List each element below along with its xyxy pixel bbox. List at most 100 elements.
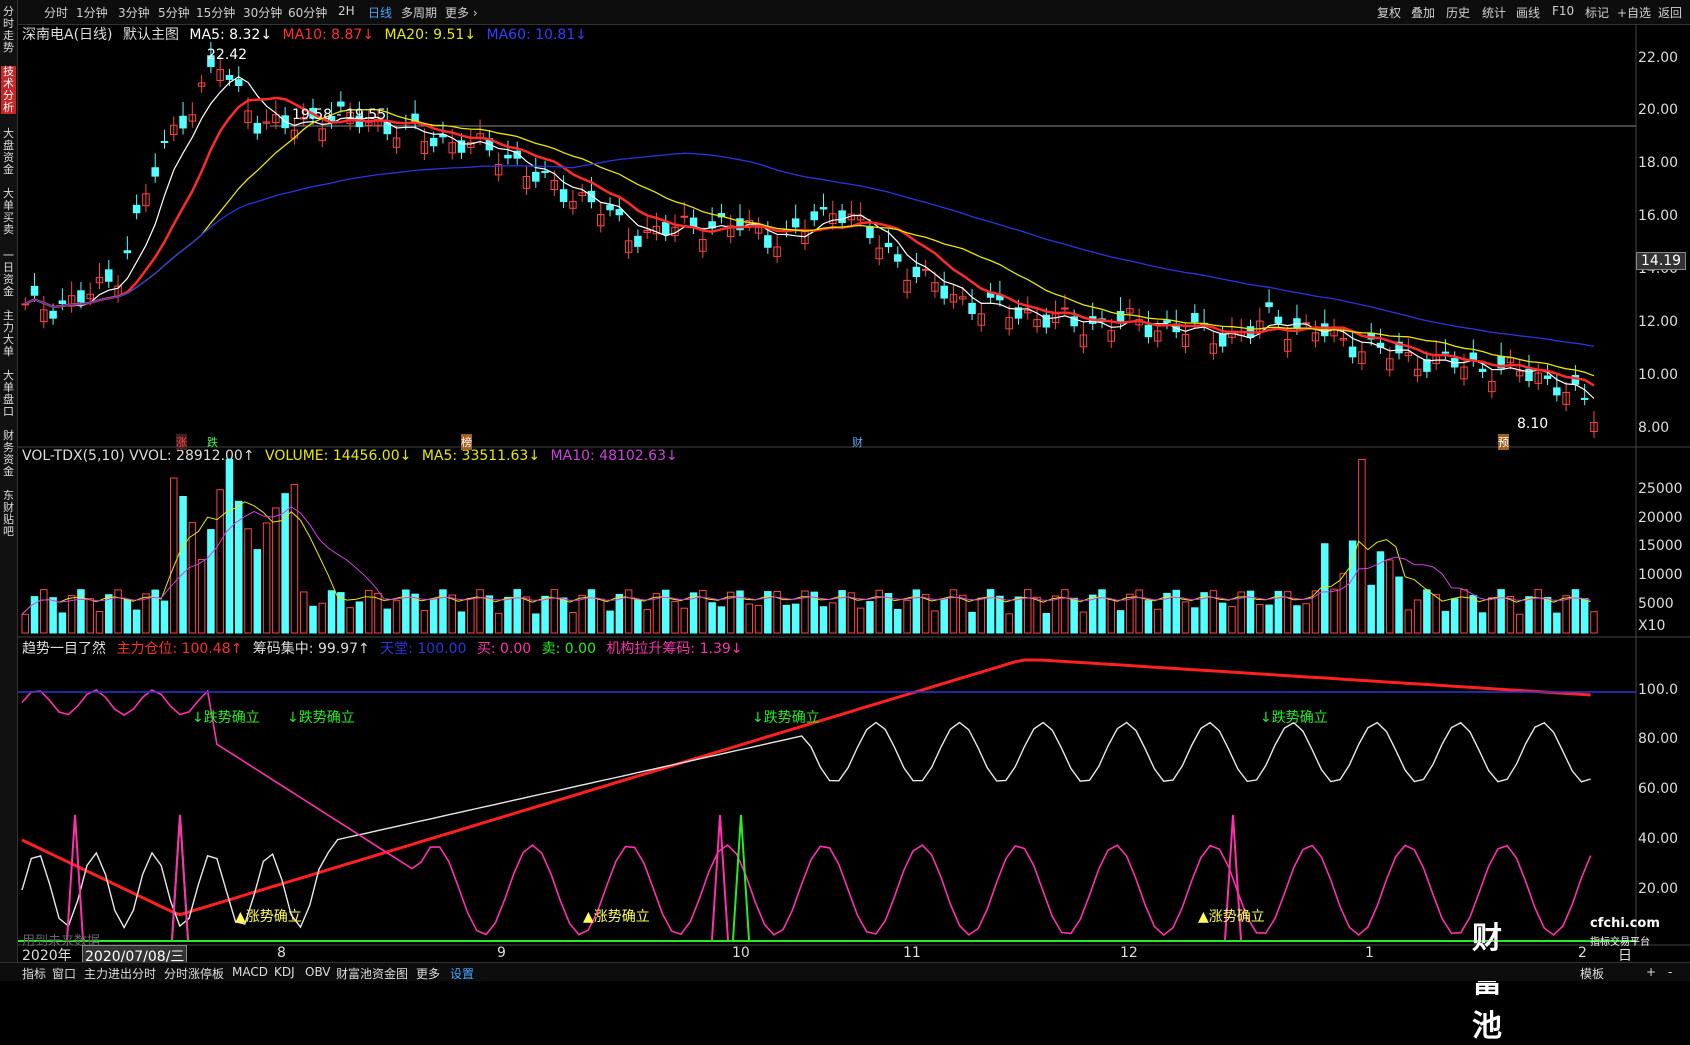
zoom-out-button[interactable]: - bbox=[1668, 965, 1672, 979]
tab-5min[interactable]: 5分钟 bbox=[158, 4, 190, 21]
sidebar-item-daily-fund[interactable]: 一日资金 bbox=[1, 250, 16, 298]
volume-bar bbox=[1423, 589, 1431, 634]
draw-button[interactable]: 画线 bbox=[1516, 4, 1540, 21]
volume-bar bbox=[1590, 611, 1598, 634]
volume-bar bbox=[550, 589, 559, 634]
sidebar-item-dadan-pankou[interactable]: 大单盘口 bbox=[1, 370, 16, 418]
bottom-fund-chart[interactable]: 财富池资金图 bbox=[336, 965, 408, 982]
bottom-template[interactable]: 模板 bbox=[1580, 965, 1604, 982]
price-tick: 18.00 bbox=[1638, 155, 1679, 171]
tab-15min[interactable]: 15分钟 bbox=[196, 4, 235, 21]
tab-30min[interactable]: 30分钟 bbox=[243, 4, 282, 21]
brand-tagline: 指标交易平台 bbox=[1590, 937, 1650, 948]
candle bbox=[234, 79, 243, 86]
volume-bar bbox=[1432, 594, 1440, 634]
ma10-value: MA10: 8.87↓ bbox=[282, 27, 375, 43]
tab-60min[interactable]: 60分钟 bbox=[288, 4, 327, 21]
volume-bar bbox=[58, 612, 67, 634]
tab-2h[interactable]: 2H bbox=[338, 4, 355, 18]
bottom-macd[interactable]: MACD bbox=[232, 965, 268, 979]
time-month: 1 bbox=[1365, 945, 1374, 961]
stats-button[interactable]: 统计 bbox=[1482, 4, 1506, 21]
bottom-obv[interactable]: OBV bbox=[305, 965, 331, 979]
volume-bar bbox=[299, 591, 308, 634]
candle bbox=[875, 247, 883, 260]
marker-cai[interactable]: 财 bbox=[852, 434, 863, 450]
candle bbox=[1321, 323, 1329, 337]
candle bbox=[764, 235, 772, 248]
candle bbox=[541, 170, 549, 173]
marker-bang[interactable]: 榜 bbox=[461, 434, 472, 450]
tab-daily[interactable]: 日线 bbox=[368, 4, 392, 21]
volume-bar bbox=[132, 609, 141, 634]
trend-title[interactable]: 趋势一目了然 bbox=[22, 641, 106, 657]
sidebar-item-dadan-buy[interactable]: 大单买卖 bbox=[1, 188, 16, 236]
candle bbox=[1079, 334, 1088, 348]
volume-bar bbox=[1181, 601, 1190, 634]
candle bbox=[290, 129, 299, 139]
candle bbox=[439, 134, 447, 138]
fuquan-button[interactable]: 复权 bbox=[1377, 4, 1401, 21]
zoom-in-button[interactable]: + bbox=[1646, 965, 1656, 979]
chart-area[interactable] bbox=[0, 0, 1690, 980]
volume-bar bbox=[1070, 597, 1078, 634]
sidebar-item-forum[interactable]: 东财贴吧 bbox=[1, 490, 16, 538]
vol-ma10: MA10: 48102.63↓ bbox=[550, 448, 678, 464]
back-button[interactable]: 返回 bbox=[1658, 4, 1682, 21]
marker-zhang[interactable]: 涨 bbox=[176, 434, 187, 450]
sidebar-item-fenshi[interactable]: 分时走势 bbox=[1, 6, 16, 54]
sidebar-item-finance[interactable]: 财务资金 bbox=[1, 430, 16, 478]
trend-tick: 60.00 bbox=[1638, 781, 1679, 797]
volume-bar bbox=[1348, 540, 1357, 634]
candle bbox=[244, 110, 252, 124]
candle bbox=[634, 235, 642, 247]
bottom-limitup[interactable]: 分时涨停板 bbox=[164, 965, 224, 982]
volume-bar bbox=[1376, 551, 1385, 634]
bottom-kdj[interactable]: KDJ bbox=[274, 965, 295, 979]
bottom-more[interactable]: 更多 bbox=[416, 965, 440, 982]
f10-button[interactable]: F10 bbox=[1552, 4, 1574, 18]
tab-multi-period[interactable]: 多周期 bbox=[401, 4, 437, 21]
volume-bar bbox=[1311, 590, 1320, 634]
history-button[interactable]: 历史 bbox=[1446, 4, 1470, 21]
volume-bar bbox=[856, 607, 865, 634]
candle bbox=[1302, 322, 1310, 325]
sidebar-item-main-dadan[interactable]: 主力大单 bbox=[1, 310, 16, 358]
tab-more[interactable]: 更多 › bbox=[445, 4, 478, 21]
overlay-button[interactable]: 叠加 bbox=[1411, 4, 1435, 21]
volume-bar bbox=[411, 593, 419, 634]
tab-fenshi[interactable]: 分时 bbox=[44, 4, 68, 21]
volume-bar bbox=[160, 600, 169, 634]
tab-3min[interactable]: 3分钟 bbox=[118, 4, 150, 21]
add-favorite-button[interactable]: +自选 bbox=[1617, 4, 1651, 21]
volume-bar bbox=[699, 590, 707, 634]
tab-1min[interactable]: 1分钟 bbox=[76, 4, 108, 21]
volume-bar bbox=[1497, 589, 1505, 634]
marker-die[interactable]: 跌 bbox=[207, 434, 218, 450]
volume-bar bbox=[1283, 591, 1292, 634]
stock-title[interactable]: 深南电A(日线) bbox=[22, 27, 113, 43]
candle bbox=[912, 266, 921, 278]
volume-bar bbox=[327, 590, 336, 634]
marker-yu[interactable]: 预 bbox=[1498, 434, 1509, 450]
candle bbox=[689, 217, 698, 228]
volume-bar bbox=[114, 589, 122, 634]
candles bbox=[21, 41, 1598, 439]
sidebar-item-dapan[interactable]: 大盘资金 bbox=[1, 128, 16, 176]
mark-button[interactable]: 标记 bbox=[1585, 4, 1609, 21]
bottom-main-inout[interactable]: 主力进出分时 bbox=[84, 965, 156, 982]
high-label: 22.42 bbox=[207, 47, 248, 63]
candle bbox=[142, 193, 150, 207]
candle bbox=[1506, 357, 1515, 364]
volume-bar bbox=[1116, 610, 1125, 634]
vol-tick: 25000 bbox=[1638, 481, 1683, 497]
sidebar-item-tech[interactable]: 技术分析 bbox=[1, 66, 16, 114]
chart-selector[interactable]: 默认主图 bbox=[123, 27, 179, 43]
bottom-window[interactable]: 窗口 bbox=[52, 965, 76, 982]
bottom-indicator[interactable]: 指标 bbox=[22, 965, 46, 982]
candle bbox=[1450, 357, 1459, 368]
candle bbox=[680, 215, 689, 218]
time-month: 8 bbox=[277, 945, 286, 961]
candle bbox=[1543, 375, 1552, 379]
bottom-settings[interactable]: 设置 bbox=[450, 965, 474, 982]
